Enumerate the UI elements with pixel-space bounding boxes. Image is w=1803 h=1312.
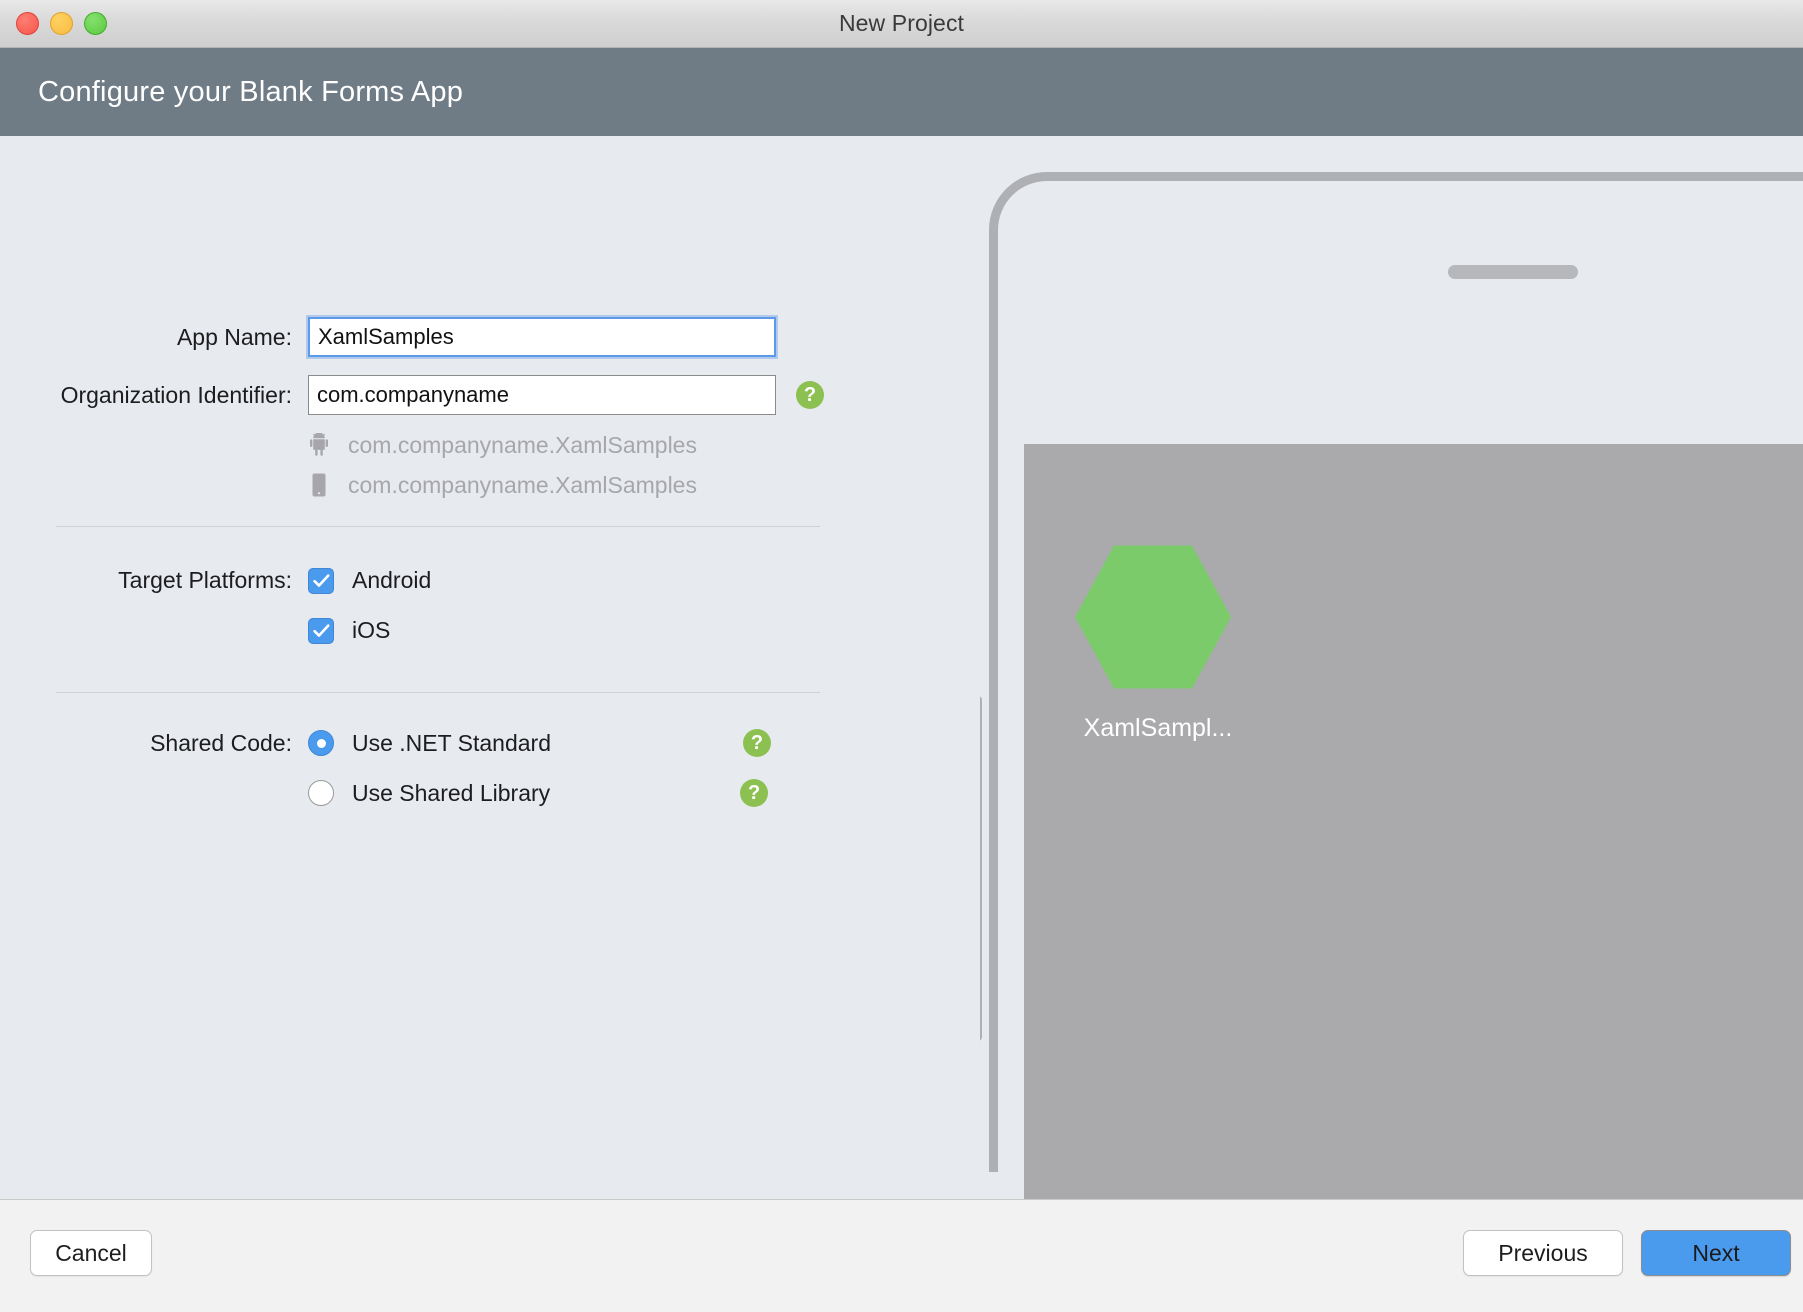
target-platforms-row-android: Target Platforms: Android <box>56 567 431 594</box>
bundle-preview-android-text: com.companyname.XamlSamples <box>348 432 697 459</box>
wizard-footer: Cancel Previous Next <box>0 1199 1803 1312</box>
maximize-window-button[interactable] <box>84 12 107 35</box>
app-name-row: App Name: <box>56 317 776 357</box>
phone-speaker <box>1448 265 1578 279</box>
cancel-button[interactable]: Cancel <box>30 1230 152 1276</box>
app-icon-label: XamlSampl... <box>1048 714 1268 743</box>
radio-use-shared-library-label: Use Shared Library <box>352 780 550 807</box>
app-icon-hexagon <box>1075 541 1231 693</box>
window-controls <box>16 0 107 47</box>
target-platforms-row-ios: iOS <box>56 617 390 644</box>
organization-identifier-row: Organization Identifier: ? <box>56 375 824 415</box>
new-project-window: New Project Configure your Blank Forms A… <box>0 0 1803 1312</box>
iphone-icon <box>308 471 330 499</box>
phone-screen: XamlSampl... <box>1024 444 1803 1199</box>
checkbox-android[interactable] <box>308 568 334 594</box>
bundle-preview-android: com.companyname.XamlSamples <box>308 431 697 459</box>
device-preview: XamlSampl... <box>980 136 1803 1199</box>
window-titlebar: New Project <box>0 0 1803 48</box>
radio-use-shared-library[interactable] <box>308 780 334 806</box>
previous-button[interactable]: Previous <box>1463 1230 1623 1276</box>
window-title: New Project <box>839 10 964 37</box>
shared-code-net-standard-help-icon[interactable]: ? <box>743 729 771 757</box>
minimize-window-button[interactable] <box>50 12 73 35</box>
radio-use-net-standard[interactable] <box>308 730 334 756</box>
divider-shared-code <box>56 692 820 693</box>
target-platforms-label: Target Platforms: <box>56 567 308 594</box>
phone-volume-button <box>980 696 982 1041</box>
checkbox-ios[interactable] <box>308 618 334 644</box>
android-icon <box>308 431 330 459</box>
checkbox-ios-label: iOS <box>352 617 390 644</box>
close-window-button[interactable] <box>16 12 39 35</box>
radio-use-net-standard-label: Use .NET Standard <box>352 730 551 757</box>
divider-platforms <box>56 526 820 527</box>
app-name-label: App Name: <box>56 324 308 351</box>
shared-code-row-shared-library: Use Shared Library ? <box>56 779 768 807</box>
bundle-preview-ios-text: com.companyname.XamlSamples <box>348 472 697 499</box>
page-title: Configure your Blank Forms App <box>38 76 463 109</box>
organization-identifier-input[interactable] <box>308 375 776 415</box>
shared-code-row-net-standard: Shared Code: Use .NET Standard ? <box>56 729 771 757</box>
app-name-input[interactable] <box>308 317 776 357</box>
next-button[interactable]: Next <box>1641 1230 1791 1276</box>
configuration-form: App Name: Organization Identifier: ? <box>0 136 980 1199</box>
bundle-preview-ios: com.companyname.XamlSamples <box>308 471 697 499</box>
wizard-header: Configure your Blank Forms App <box>0 48 1803 136</box>
shared-code-shared-library-help-icon[interactable]: ? <box>740 779 768 807</box>
organization-identifier-label: Organization Identifier: <box>56 382 308 409</box>
wizard-body: App Name: Organization Identifier: ? <box>0 136 1803 1199</box>
organization-identifier-help-icon[interactable]: ? <box>796 381 824 409</box>
shared-code-label: Shared Code: <box>56 730 308 757</box>
checkbox-android-label: Android <box>352 567 431 594</box>
